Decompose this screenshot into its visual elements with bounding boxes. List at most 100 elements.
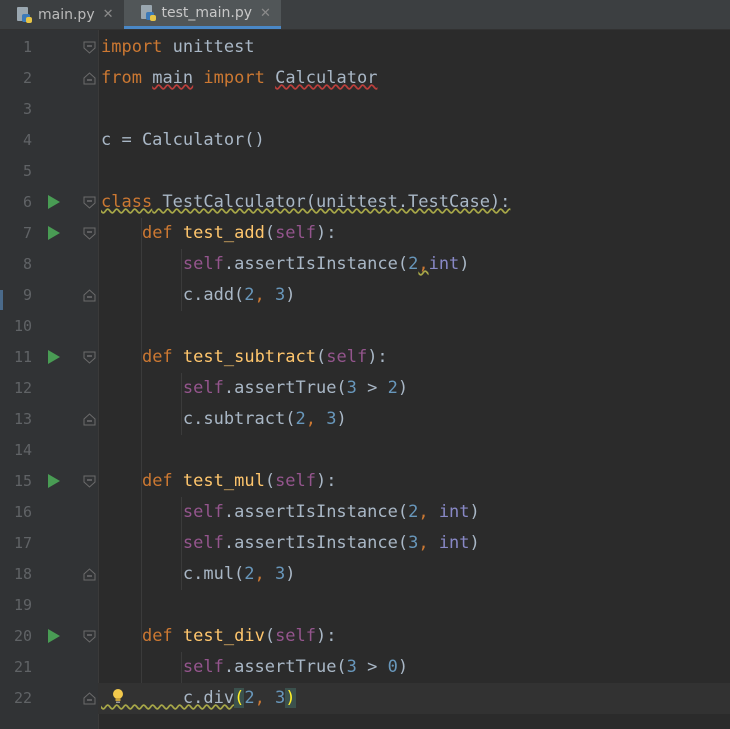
code-line[interactable]: def test_div(self): [101, 621, 337, 652]
fold-end-icon[interactable] [83, 72, 96, 85]
code-token: self [182, 657, 224, 677]
line-number: 13 [13, 410, 32, 428]
run-test-icon[interactable] [48, 350, 60, 364]
code-line[interactable]: self.assertTrue(3 > 2) [101, 373, 408, 404]
code-token: ) [285, 564, 296, 584]
code-line[interactable]: import unittest [101, 32, 255, 63]
code-line[interactable]: self.assertTrue(3 > 0) [101, 652, 408, 683]
fold-collapse-icon[interactable] [83, 196, 96, 209]
code-line[interactable]: c.div(2, 3) [98, 683, 730, 714]
code-token: test_add [182, 223, 265, 243]
code-token: .assertIsInstance( [223, 533, 409, 553]
code-token: self [182, 502, 224, 522]
close-icon[interactable]: ✕ [260, 6, 271, 21]
fold-end-icon[interactable] [83, 568, 96, 581]
code-token: , [254, 688, 276, 708]
code-token: c.mul( [101, 564, 245, 584]
code-token: 3 [346, 657, 357, 677]
fold-collapse-icon[interactable] [83, 475, 96, 488]
code-line[interactable]: def test_subtract(self): [101, 342, 388, 373]
code-token: , [418, 533, 439, 553]
code-token: ) [285, 285, 296, 305]
code-token: ): [316, 471, 337, 491]
code-token: unittest [162, 37, 255, 57]
code-token: import [101, 37, 163, 57]
code-line[interactable]: c = Calculator() [101, 125, 265, 156]
fold-collapse-icon[interactable] [83, 227, 96, 240]
code-line[interactable]: c.mul(2, 3) [101, 559, 296, 590]
code-line[interactable]: c.add(2, 3) [101, 280, 296, 311]
code-token: 2 [244, 688, 255, 708]
code-token: main [152, 68, 194, 88]
code-editor[interactable]: import unittest from main import Calculat… [98, 30, 730, 729]
code-token: ) [397, 657, 409, 677]
line-number: 9 [22, 286, 32, 304]
code-token: ( [264, 626, 276, 646]
code-token: int [438, 502, 470, 522]
code-token: .assertIsInstance( [223, 502, 409, 522]
code-token: import [203, 68, 265, 88]
gutter-separator [98, 30, 99, 729]
code-line[interactable]: from main import Calculator [101, 63, 377, 94]
fold-end-icon[interactable] [83, 692, 96, 705]
line-number: 18 [13, 565, 32, 583]
code-line[interactable]: c.subtract(2, 3) [101, 404, 347, 435]
scroll-marker [0, 290, 3, 310]
code-token: from [101, 68, 142, 88]
code-token: , [254, 564, 276, 584]
tab-main-py[interactable]: main.py ✕ [0, 0, 124, 29]
fold-collapse-icon[interactable] [83, 630, 96, 643]
run-test-icon[interactable] [48, 226, 60, 240]
fold-end-icon[interactable] [83, 289, 96, 302]
code-token: test_div [182, 626, 265, 646]
code-token: , [305, 409, 327, 429]
line-number: 8 [22, 255, 32, 273]
run-test-icon[interactable] [48, 195, 60, 209]
fold-collapse-icon[interactable] [83, 41, 96, 54]
code-token: int [428, 254, 460, 274]
code-token: ): [316, 223, 337, 243]
code-token: ( [264, 223, 276, 243]
line-number: 7 [22, 224, 32, 242]
lightbulb-icon[interactable] [111, 688, 125, 704]
code-line[interactable]: def test_mul(self): [101, 466, 337, 497]
code-token: ) [469, 502, 480, 522]
code-token: self [182, 533, 224, 553]
fold-collapse-icon[interactable] [83, 351, 96, 364]
code-token: ( [315, 347, 327, 367]
code-line[interactable]: self.assertIsInstance(3, int) [101, 528, 480, 559]
code-line[interactable]: self.assertIsInstance(2, int) [101, 497, 480, 528]
code-token: ) [469, 533, 480, 553]
code-token: 3 [275, 285, 286, 305]
line-number: 20 [13, 627, 32, 645]
code-token: ): [367, 347, 388, 367]
line-number: 15 [13, 472, 32, 490]
code-token: .assertIsInstance( [223, 254, 409, 274]
code-line[interactable]: class TestCalculator(unittest.TestCase): [101, 187, 510, 218]
code-token: ) [459, 254, 470, 274]
code-token: .assertTrue( [223, 378, 347, 398]
tab-test_main-py[interactable]: test_main.py ✕ [123, 0, 281, 29]
line-number: 5 [22, 162, 32, 180]
tab-label: main.py [38, 6, 95, 23]
code-token: , [418, 254, 429, 274]
run-test-icon[interactable] [48, 629, 60, 643]
code-line[interactable]: self.assertIsInstance(2,int) [101, 249, 470, 280]
run-test-icon[interactable] [48, 474, 60, 488]
code-token: self [275, 223, 317, 243]
code-token: ) [285, 688, 296, 708]
close-icon[interactable]: ✕ [103, 7, 114, 22]
code-token: ) [397, 378, 409, 398]
code-token: 3 [275, 564, 286, 584]
code-line[interactable]: def test_add(self): [101, 218, 337, 249]
fold-end-icon[interactable] [83, 413, 96, 426]
code-token: .assertTrue( [223, 657, 347, 677]
code-token: 2 [387, 378, 398, 398]
